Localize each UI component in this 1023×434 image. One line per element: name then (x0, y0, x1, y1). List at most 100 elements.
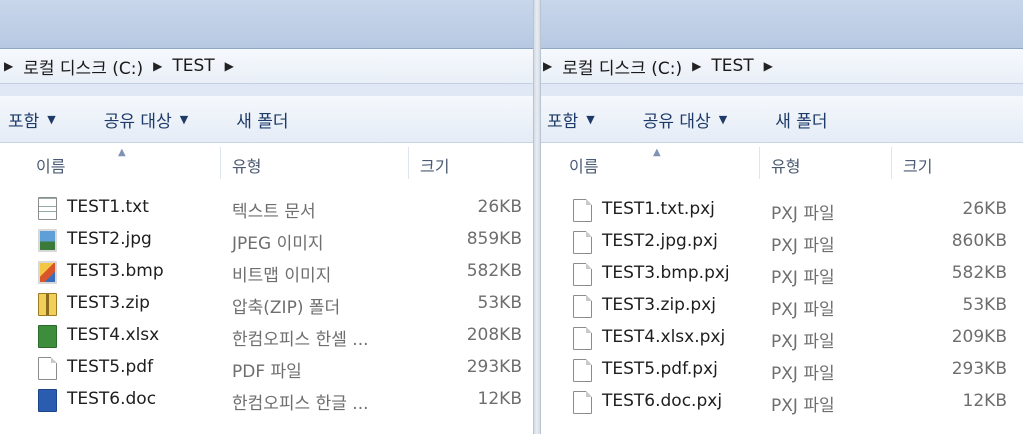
sort-ascending-icon: ▲ (653, 147, 661, 158)
file-name: TEST4.xlsx (67, 325, 160, 345)
file-size: 582KB (951, 263, 1007, 283)
address-bar[interactable]: ▶ 로컬 디스크 (C:) ▶ TEST ▶ (541, 49, 1023, 84)
word-document-icon (38, 389, 57, 412)
blank-file-icon (573, 327, 592, 350)
file-row[interactable]: TEST4.xlsx.pxj PXJ 파일 209KB (541, 323, 1023, 355)
explorer-window-encrypted: ▶ 로컬 디스크 (C:) ▶ TEST ▶ 포함 ▼ 공유 대상 ▼ 새 폴더… (541, 0, 1023, 434)
breadcrumb-test-folder[interactable]: TEST (172, 56, 214, 76)
file-type: 한컴오피스 한글 ... (232, 394, 369, 414)
new-folder-label: 새 폴더 (775, 111, 828, 132)
bitmap-image-icon (38, 261, 57, 284)
file-size: 12KB (477, 389, 522, 409)
share-with-button[interactable]: 공유 대상 ▼ (643, 107, 727, 132)
file-size: 293KB (951, 359, 1007, 379)
file-row[interactable]: TEST6.doc 한컴오피스 한글 ... 12KB (0, 385, 533, 417)
file-size: 860KB (951, 231, 1007, 251)
file-name: TEST5.pdf.pxj (602, 359, 718, 379)
command-toolbar: 포함 ▼ 공유 대상 ▼ 새 폴더 (0, 96, 533, 143)
share-with-button[interactable]: 공유 대상 ▼ (104, 107, 188, 132)
blank-file-icon (573, 199, 592, 222)
new-folder-label: 새 폴더 (236, 111, 289, 132)
file-name: TEST2.jpg (67, 229, 152, 249)
file-name: TEST2.jpg.pxj (602, 231, 718, 251)
file-size: 582KB (466, 261, 522, 281)
file-row[interactable]: TEST6.doc.pxj PXJ 파일 12KB (541, 387, 1023, 419)
column-separator[interactable] (408, 147, 409, 179)
pdf-file-icon (38, 357, 57, 380)
file-name: TEST5.pdf (67, 357, 154, 377)
file-size: 12KB (962, 391, 1007, 411)
file-row[interactable]: TEST4.xlsx 한컴오피스 한셀 ... 208KB (0, 321, 533, 353)
spreadsheet-icon (38, 325, 57, 348)
file-name: TEST3.zip.pxj (602, 295, 716, 315)
column-name[interactable]: ▲ 이름 (36, 147, 126, 177)
file-type: JPEG 이미지 (232, 234, 324, 254)
file-type: PXJ 파일 (771, 300, 835, 320)
breadcrumb-local-disk[interactable]: 로컬 디스크 (C:) (562, 54, 682, 79)
column-header: ▲ 이름 유형 크기 (0, 143, 533, 183)
explorer-window-original: ▶ 로컬 디스크 (C:) ▶ TEST ▶ 포함 ▼ 공유 대상 ▼ 새 폴더… (0, 0, 533, 434)
blank-file-icon (573, 263, 592, 286)
toolbar-gap (0, 84, 533, 96)
pane-divider (533, 0, 541, 434)
breadcrumb-test-folder[interactable]: TEST (711, 56, 753, 76)
share-label: 공유 대상 (642, 111, 711, 132)
include-label: 포함 (547, 111, 579, 132)
breadcrumb-arrow-icon[interactable]: ▶ (692, 59, 701, 73)
file-row[interactable]: TEST2.jpg JPEG 이미지 859KB (0, 225, 533, 257)
blank-file-icon (573, 359, 592, 382)
column-separator[interactable] (220, 147, 221, 179)
column-separator[interactable] (891, 147, 892, 179)
file-type: PXJ 파일 (771, 236, 835, 256)
file-row[interactable]: TEST3.zip 압축(ZIP) 폴더 53KB (0, 289, 533, 321)
include-in-library-button[interactable]: 포함 ▼ (547, 107, 595, 132)
file-row[interactable]: TEST2.jpg.pxj PXJ 파일 860KB (541, 227, 1023, 259)
file-size: 293KB (466, 357, 522, 377)
file-type: 텍스트 문서 (232, 202, 316, 222)
column-type[interactable]: 유형 (771, 153, 800, 177)
file-name: TEST1.txt.pxj (602, 199, 715, 219)
blank-file-icon (573, 231, 592, 254)
file-size: 859KB (466, 229, 522, 249)
text-file-icon (38, 197, 57, 220)
column-separator[interactable] (759, 147, 760, 179)
file-row[interactable]: TEST3.bmp.pxj PXJ 파일 582KB (541, 259, 1023, 291)
file-name: TEST6.doc.pxj (602, 391, 723, 411)
column-type[interactable]: 유형 (232, 153, 261, 177)
file-row[interactable]: TEST3.zip.pxj PXJ 파일 53KB (541, 291, 1023, 323)
breadcrumb-arrow-icon[interactable]: ▶ (764, 59, 773, 73)
dropdown-caret-icon: ▼ (586, 112, 595, 126)
command-toolbar: 포함 ▼ 공유 대상 ▼ 새 폴더 (541, 96, 1023, 143)
file-row[interactable]: TEST5.pdf PDF 파일 293KB (0, 353, 533, 385)
file-type: 압축(ZIP) 폴더 (232, 298, 341, 318)
column-size[interactable]: 크기 (903, 153, 932, 177)
file-name: TEST3.bmp (67, 261, 164, 281)
file-row[interactable]: TEST3.bmp 비트맵 이미지 582KB (0, 257, 533, 289)
file-size: 53KB (962, 295, 1007, 315)
breadcrumb-arrow-icon[interactable]: ▶ (543, 59, 552, 73)
dropdown-caret-icon: ▼ (47, 112, 56, 126)
new-folder-button[interactable]: 새 폴더 (775, 107, 827, 132)
file-name: TEST3.zip (67, 293, 150, 313)
blank-file-icon (573, 295, 592, 318)
breadcrumb-arrow-icon[interactable]: ▶ (225, 59, 234, 73)
new-folder-button[interactable]: 새 폴더 (236, 107, 288, 132)
breadcrumb-local-disk[interactable]: 로컬 디스크 (C:) (23, 54, 143, 79)
breadcrumb-arrow-icon[interactable]: ▶ (153, 59, 162, 73)
title-bar (0, 0, 533, 49)
file-name: TEST1.txt (67, 197, 149, 217)
include-in-library-button[interactable]: 포함 ▼ (8, 107, 56, 132)
file-type: PXJ 파일 (771, 268, 835, 288)
dropdown-caret-icon: ▼ (718, 112, 728, 126)
dropdown-caret-icon: ▼ (179, 112, 189, 126)
jpeg-image-icon (38, 229, 57, 252)
column-size[interactable]: 크기 (420, 153, 449, 177)
column-name[interactable]: ▲ 이름 (569, 147, 661, 177)
breadcrumb-arrow-icon[interactable]: ▶ (4, 59, 13, 73)
address-bar[interactable]: ▶ 로컬 디스크 (C:) ▶ TEST ▶ (0, 49, 533, 84)
file-row[interactable]: TEST5.pdf.pxj PXJ 파일 293KB (541, 355, 1023, 387)
include-label: 포함 (8, 111, 40, 132)
file-type: 한컴오피스 한셀 ... (232, 330, 369, 350)
file-row[interactable]: TEST1.txt 텍스트 문서 26KB (0, 193, 533, 225)
file-row[interactable]: TEST1.txt.pxj PXJ 파일 26KB (541, 195, 1023, 227)
